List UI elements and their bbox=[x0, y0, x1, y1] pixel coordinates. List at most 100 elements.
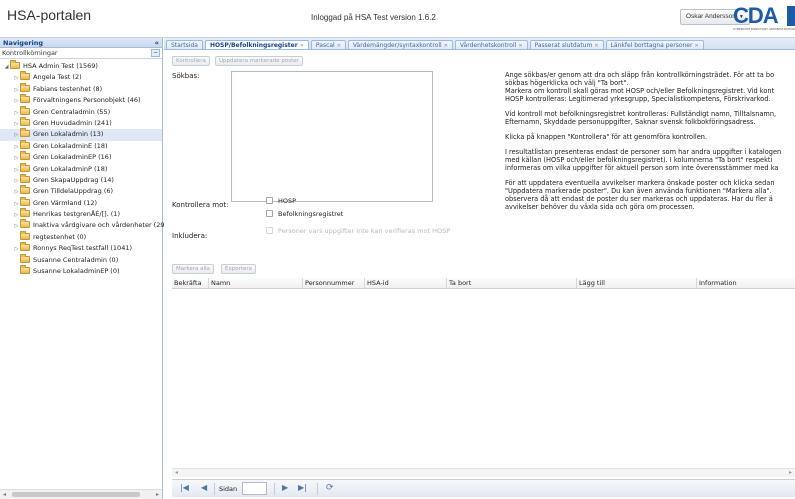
column-header-add[interactable]: Lägg till bbox=[576, 278, 696, 289]
tree-item[interactable]: ▷ Gren TilldelaUppdrag (6) bbox=[0, 185, 162, 197]
navigation-horizontal-scrollbar[interactable]: ◂ ▸ bbox=[0, 489, 162, 499]
tree-item-label: Gren LokaladminEP (16) bbox=[33, 153, 112, 162]
help-paragraph: Klicka på knappen "Kontrollera" för att … bbox=[505, 133, 795, 141]
minus-icon[interactable]: − bbox=[151, 49, 160, 57]
refresh-icon[interactable]: ⟳ bbox=[326, 483, 334, 493]
tree-item[interactable]: ▷ Ronnys ReqTest testfall (1041) bbox=[0, 242, 162, 254]
hosp-checkbox[interactable] bbox=[266, 197, 273, 204]
page-label: Sidan bbox=[219, 485, 238, 493]
folder-icon bbox=[20, 71, 30, 81]
tree-item-label: Susanne Centraladmin (0) bbox=[33, 255, 119, 264]
close-tab-icon[interactable]: ✕ bbox=[518, 43, 522, 49]
tree-item-label: HSA Admin Test (1569) bbox=[23, 62, 98, 70]
tab-1[interactable]: HOSP/Befolkningsregister ✕ bbox=[204, 40, 309, 49]
cda-logo: CDA CYBERCOM DIRECTORY ADMINISTRATION bbox=[733, 4, 795, 34]
search-base-label: Sökbas: bbox=[172, 72, 200, 80]
folder-icon bbox=[20, 128, 30, 138]
tree-item-label: Gren LokaladminE (18) bbox=[33, 141, 108, 150]
tab-label: Passerat slutdatum bbox=[534, 42, 593, 49]
help-line: observera då att endast de poster du ser… bbox=[505, 195, 773, 203]
tab-strip: Startsida HOSP/Befolkningsregister ✕ Pascal… bbox=[164, 38, 795, 50]
navigation-panel: Navigering « Kontrollkörningar − ◢ HSA Ad… bbox=[0, 38, 165, 499]
logo-text: CDA bbox=[733, 4, 779, 28]
tree-item[interactable]: ▷ Förvaltningens Personobjekt (46) bbox=[0, 94, 162, 106]
folder-icon bbox=[20, 139, 30, 149]
scroll-right-icon[interactable]: ▸ bbox=[789, 469, 792, 476]
tab-0[interactable]: Startsida bbox=[166, 40, 203, 49]
export-button[interactable]: Exportera bbox=[221, 264, 257, 274]
tree-item-label: regtestenhet (0) bbox=[33, 232, 87, 241]
search-base-drop-area[interactable] bbox=[231, 71, 433, 202]
column-header-name[interactable]: Namn bbox=[208, 278, 302, 289]
tree-item-label: Fabians testenhet (8) bbox=[33, 84, 103, 93]
last-page-icon[interactable]: ▶| bbox=[298, 483, 307, 492]
help-paragraph: Vid kontroll mot befolkningsregistret ko… bbox=[505, 110, 795, 126]
page-number-input[interactable] bbox=[242, 482, 267, 495]
check-against-label: Kontrollera mot: bbox=[172, 201, 229, 209]
tab-5[interactable]: Passerat slutdatum ✕ bbox=[529, 40, 604, 49]
tab-4[interactable]: Vårdenhetskontroll ✕ bbox=[454, 40, 528, 49]
help-line: sökbas högerklicka och välj "Ta bort". bbox=[505, 79, 629, 87]
column-header-personnummer[interactable]: Personnummer bbox=[302, 278, 364, 289]
close-tab-icon[interactable]: ✕ bbox=[300, 43, 304, 49]
grid-horizontal-scrollbar[interactable]: ◂ ▸ bbox=[172, 468, 795, 477]
hosp-checkbox-label: HOSP bbox=[278, 197, 297, 205]
column-header-information[interactable]: Information bbox=[696, 278, 795, 289]
column-header-remove[interactable]: Ta bort bbox=[446, 278, 576, 289]
folder-icon bbox=[20, 253, 30, 263]
scroll-left-icon[interactable]: ◂ bbox=[3, 491, 6, 498]
next-page-icon[interactable]: ▶ bbox=[282, 483, 288, 492]
include-unverified-checkbox[interactable] bbox=[266, 227, 273, 234]
tab-2[interactable]: Pascal ✕ bbox=[310, 40, 346, 49]
help-paragraph: För att uppdatera eventuella avvikelser … bbox=[505, 179, 795, 211]
folder-icon bbox=[20, 94, 30, 104]
close-tab-icon[interactable]: ✕ bbox=[694, 43, 698, 49]
folder-icon bbox=[20, 105, 30, 115]
close-tab-icon[interactable]: ✕ bbox=[594, 43, 598, 49]
help-paragraph: I resultatlistan presenteras endast de p… bbox=[505, 148, 795, 172]
result-grid-header: Bekräfta Namn Personnummer HSA-id Ta bor… bbox=[172, 278, 795, 289]
folder-icon bbox=[20, 242, 30, 252]
tree-item-label: Gren Värmland (12) bbox=[33, 198, 98, 207]
folder-icon bbox=[20, 219, 30, 229]
tab-6[interactable]: Länkfel borttagna personer ✕ bbox=[605, 40, 704, 49]
column-header-hsa-id[interactable]: HSA-id bbox=[364, 278, 446, 289]
help-line: HOSP kontrolleras: Legitimerad yrkesgrup… bbox=[505, 95, 771, 103]
update-marked-button[interactable]: Uppdatera markerade poster bbox=[215, 56, 303, 66]
close-tab-icon[interactable]: ✕ bbox=[444, 43, 448, 49]
first-page-icon[interactable]: |◀ bbox=[180, 483, 189, 492]
tree-item-label: Gren TilldelaUppdrag (6) bbox=[33, 187, 114, 196]
tree-item-label: Gren Huvudadmin (241) bbox=[33, 118, 112, 127]
collapse-panel-icon[interactable]: « bbox=[154, 38, 159, 48]
population-register-checkbox[interactable] bbox=[266, 210, 273, 217]
navigation-header: Navigering « bbox=[0, 38, 162, 48]
help-line: Ange sökbas/er genom att dra och släpp f… bbox=[505, 71, 775, 79]
tree-item[interactable]: ▷ Gren LokaladminEP (16) bbox=[0, 151, 162, 163]
main-content: Kontrollera Uppdatera markerade poster S… bbox=[164, 51, 795, 499]
folder-icon bbox=[20, 151, 30, 161]
tree-item-label: Gren SkapaUppdrag (14) bbox=[33, 175, 114, 184]
help-paragraph: Ange sökbas/er genom att dra och släpp f… bbox=[505, 71, 795, 103]
folder-icon bbox=[20, 116, 30, 126]
help-line: Vid kontroll mot befolkningsregistret ko… bbox=[505, 110, 777, 118]
scroll-right-icon[interactable]: ▸ bbox=[156, 491, 159, 498]
folder-icon bbox=[20, 265, 30, 275]
toolbar-separator bbox=[317, 483, 318, 495]
tab-label: Vårdenhetskontroll bbox=[459, 42, 517, 49]
help-line: med källan (HOSP och/eller befolkningsre… bbox=[505, 156, 773, 164]
app-title: HSA-portalen bbox=[7, 7, 92, 23]
app-header: HSA-portalen Inloggad på HSA Test versio… bbox=[0, 0, 795, 38]
tab-3[interactable]: Värdemängder/syntaxkontroll ✕ bbox=[347, 40, 453, 49]
close-tab-icon[interactable]: ✕ bbox=[337, 43, 341, 49]
mark-all-button[interactable]: Markera alla bbox=[172, 264, 214, 274]
tree-item[interactable]: Susanne LokaladminEP (0) bbox=[0, 265, 162, 277]
column-header-confirm[interactable]: Bekräfta bbox=[172, 278, 208, 289]
check-button[interactable]: Kontrollera bbox=[172, 56, 210, 66]
population-register-checkbox-label: Befolkningsregistret bbox=[278, 210, 344, 218]
scroll-left-icon[interactable]: ◂ bbox=[175, 469, 178, 476]
folder-icon bbox=[20, 173, 30, 183]
help-line: I resultatlistan presenteras endast de p… bbox=[505, 148, 782, 156]
scrollbar-thumb[interactable] bbox=[12, 492, 140, 497]
folder-icon bbox=[20, 162, 30, 172]
previous-page-icon[interactable]: ◀ bbox=[201, 483, 207, 492]
